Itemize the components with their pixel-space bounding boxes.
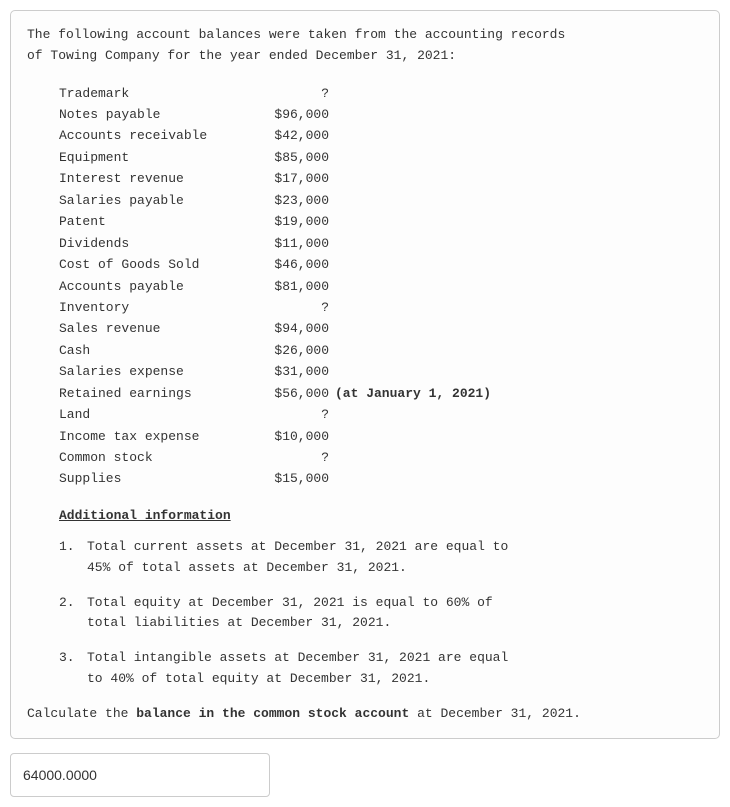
account-row: Land?: [59, 404, 703, 425]
info-text: Total intangible assets at December 31, …: [87, 648, 517, 690]
account-label: Inventory: [59, 297, 269, 318]
accounts-table: Trademark?Notes payable$96,000Accounts r…: [59, 83, 703, 490]
final-pre: Calculate the: [27, 706, 136, 721]
info-number: 1.: [59, 537, 87, 579]
account-row: Interest revenue$17,000: [59, 168, 703, 189]
account-value: $23,000: [269, 190, 329, 211]
info-item: 1.Total current assets at December 31, 2…: [59, 537, 703, 579]
account-row: Retained earnings$56,000 (at January 1, 2…: [59, 383, 703, 404]
account-row: Inventory?: [59, 297, 703, 318]
account-label: Common stock: [59, 447, 269, 468]
account-row: Patent$19,000: [59, 211, 703, 232]
account-value: $11,000: [269, 233, 329, 254]
account-row: Dividends$11,000: [59, 233, 703, 254]
account-label: Accounts receivable: [59, 125, 269, 146]
final-post: at December 31, 2021.: [409, 706, 581, 721]
account-row: Accounts receivable$42,000: [59, 125, 703, 146]
account-label: Patent: [59, 211, 269, 232]
account-note: (at January 1, 2021): [335, 383, 491, 404]
account-label: Land: [59, 404, 269, 425]
account-value: $10,000: [269, 426, 329, 447]
final-bold: balance in the common stock account: [136, 706, 409, 721]
final-question: Calculate the balance in the common stoc…: [27, 704, 703, 725]
account-label: Interest revenue: [59, 168, 269, 189]
account-label: Trademark: [59, 83, 269, 104]
intro-text: The following account balances were take…: [27, 25, 703, 67]
account-label: Notes payable: [59, 104, 269, 125]
account-label: Sales revenue: [59, 318, 269, 339]
account-row: Sales revenue$94,000: [59, 318, 703, 339]
account-label: Salaries expense: [59, 361, 269, 382]
additional-info-list: 1.Total current assets at December 31, 2…: [59, 537, 703, 690]
account-value: $46,000: [269, 254, 329, 275]
account-label: Accounts payable: [59, 276, 269, 297]
account-value: ?: [269, 297, 329, 318]
account-label: Supplies: [59, 468, 269, 489]
account-value: ?: [269, 83, 329, 104]
info-item: 3.Total intangible assets at December 31…: [59, 648, 703, 690]
account-value: $31,000: [269, 361, 329, 382]
account-value: ?: [269, 447, 329, 468]
account-row: Supplies$15,000: [59, 468, 703, 489]
account-row: Salaries expense$31,000: [59, 361, 703, 382]
account-value: $17,000: [269, 168, 329, 189]
account-label: Dividends: [59, 233, 269, 254]
account-row: Equipment$85,000: [59, 147, 703, 168]
account-value: $15,000: [269, 468, 329, 489]
info-text: Total equity at December 31, 2021 is equ…: [87, 593, 517, 635]
account-label: Cost of Goods Sold: [59, 254, 269, 275]
additional-info-heading: Additional information: [59, 508, 703, 523]
account-row: Cost of Goods Sold$46,000: [59, 254, 703, 275]
account-row: Notes payable$96,000: [59, 104, 703, 125]
account-row: Trademark?: [59, 83, 703, 104]
account-label: Retained earnings: [59, 383, 269, 404]
account-row: Cash$26,000: [59, 340, 703, 361]
account-value: $94,000: [269, 318, 329, 339]
account-value: $81,000: [269, 276, 329, 297]
account-label: Salaries payable: [59, 190, 269, 211]
account-label: Cash: [59, 340, 269, 361]
info-number: 3.: [59, 648, 87, 690]
account-value: $85,000: [269, 147, 329, 168]
account-row: Common stock?: [59, 447, 703, 468]
account-row: Salaries payable$23,000: [59, 190, 703, 211]
info-number: 2.: [59, 593, 87, 635]
question-box: The following account balances were take…: [10, 10, 720, 739]
info-text: Total current assets at December 31, 202…: [87, 537, 517, 579]
account-row: Income tax expense$10,000: [59, 426, 703, 447]
account-value: $26,000: [269, 340, 329, 361]
account-value: $56,000: [269, 383, 329, 404]
answer-input[interactable]: [10, 753, 270, 797]
account-value: ?: [269, 404, 329, 425]
account-label: Income tax expense: [59, 426, 269, 447]
intro-line1: The following account balances were take…: [27, 27, 565, 42]
account-row: Accounts payable$81,000: [59, 276, 703, 297]
account-value: $19,000: [269, 211, 329, 232]
intro-line2: of Towing Company for the year ended Dec…: [27, 48, 456, 63]
info-item: 2.Total equity at December 31, 2021 is e…: [59, 593, 703, 635]
account-value: $42,000: [269, 125, 329, 146]
account-value: $96,000: [269, 104, 329, 125]
account-label: Equipment: [59, 147, 269, 168]
